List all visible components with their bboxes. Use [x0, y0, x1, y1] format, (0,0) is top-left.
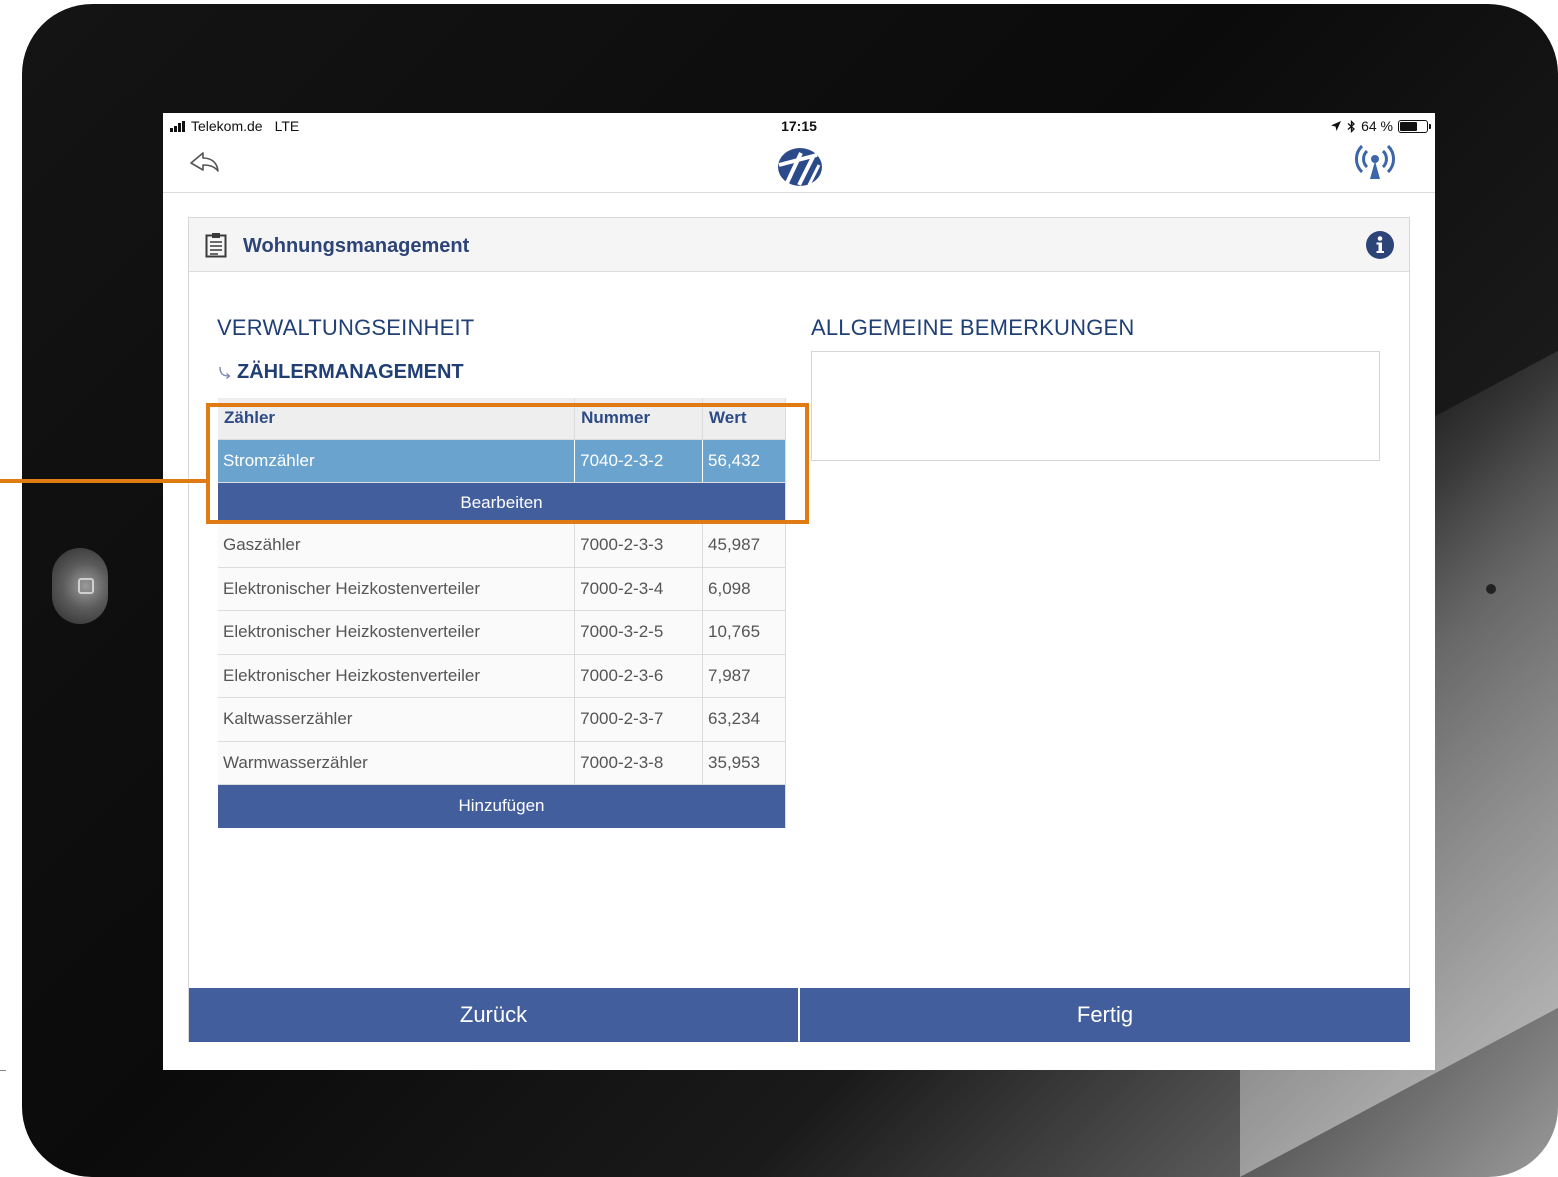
- camera-dot: [1486, 584, 1496, 594]
- add-button[interactable]: Hinzufügen: [218, 784, 786, 828]
- home-button[interactable]: [52, 548, 108, 624]
- meter-name-cell[interactable]: Elektronischer Heizkostenverteiler: [218, 567, 576, 611]
- edge-mark: [0, 1070, 6, 1071]
- edit-button[interactable]: Bearbeiten: [218, 482, 786, 524]
- meter-number-cell[interactable]: 7000-2-3-8: [574, 741, 704, 785]
- meter-name-cell[interactable]: Gaszähler: [218, 523, 576, 568]
- meter-value-cell[interactable]: 6,098: [702, 567, 786, 611]
- meter-number-cell[interactable]: 7000-2-3-3: [574, 523, 704, 568]
- meter-name-cell[interactable]: Stromzähler: [218, 439, 576, 483]
- table-row[interactable]: Kaltwasserzähler 7000-2-3-7 63,234: [218, 697, 786, 742]
- meter-value-cell[interactable]: 7,987: [702, 654, 786, 698]
- meter-number-cell[interactable]: 7000-2-3-6: [574, 654, 704, 698]
- info-icon[interactable]: [1365, 230, 1395, 260]
- back-button[interactable]: Zurück: [189, 988, 798, 1042]
- column-header-number[interactable]: Nummer: [574, 398, 704, 440]
- meter-name-cell[interactable]: Warmwasserzähler: [218, 741, 576, 785]
- table-row[interactable]: Elektronischer Heizkostenverteiler 7000-…: [218, 567, 786, 611]
- meter-number-cell[interactable]: 7000-2-3-7: [574, 697, 704, 742]
- return-arrow-icon: [219, 366, 231, 379]
- column-header-meter[interactable]: Zähler: [218, 398, 576, 440]
- meter-value-cell[interactable]: 63,234: [702, 697, 786, 742]
- nav-bar: [163, 139, 1435, 193]
- meter-name-cell[interactable]: Elektronischer Heizkostenverteiler: [218, 654, 576, 698]
- add-row: Hinzufügen: [218, 784, 786, 828]
- status-time: 17:15: [781, 118, 817, 134]
- clipboard-icon: [205, 233, 227, 258]
- home-button-icon: [78, 578, 94, 594]
- meter-table: Zähler Nummer Wert Stromzähler 7040-2-3-…: [218, 398, 786, 828]
- table-row[interactable]: Warmwasserzähler 7000-2-3-8 35,953: [218, 741, 786, 785]
- meter-number-cell[interactable]: 7040-2-3-2: [574, 439, 704, 483]
- bluetooth-icon: [1347, 119, 1356, 133]
- battery-percent: 64 %: [1361, 118, 1393, 134]
- remarks-textarea[interactable]: [811, 351, 1380, 461]
- meter-value-cell[interactable]: 10,765: [702, 610, 786, 655]
- edit-row: Bearbeiten: [218, 482, 786, 524]
- meter-number-cell[interactable]: 7000-3-2-5: [574, 610, 704, 655]
- battery-icon: [1398, 119, 1431, 133]
- administration-unit-heading: VERWALTUNGSEINHEIT: [217, 315, 475, 340]
- app-screen: Telekom.de LTE 17:15 64 % Wohnungsmanage…: [163, 113, 1435, 1070]
- meter-value-cell[interactable]: 45,987: [702, 523, 786, 568]
- apartment-management-panel: Wohnungsmanagement VERWALTUNGSEINHEIT ZÄ…: [188, 217, 1410, 1042]
- general-remarks-heading: ALLGEMEINE BEMERKUNGEN: [811, 315, 1135, 340]
- brand-logo-icon: [778, 148, 822, 186]
- annotation-callout-line: [0, 479, 206, 483]
- meter-management-heading: ZÄHLERMANAGEMENT: [217, 361, 464, 384]
- meter-management-label: ZÄHLERMANAGEMENT: [237, 361, 464, 383]
- meter-name-cell[interactable]: Elektronischer Heizkostenverteiler: [218, 610, 576, 655]
- meter-name-cell[interactable]: Kaltwasserzähler: [218, 697, 576, 742]
- table-row[interactable]: Elektronischer Heizkostenverteiler 7000-…: [218, 654, 786, 698]
- meter-value-cell[interactable]: 56,432: [702, 439, 786, 483]
- status-right: 64 %: [1330, 118, 1431, 134]
- column-header-value[interactable]: Wert: [702, 398, 786, 440]
- table-header-row: Zähler Nummer Wert: [218, 398, 786, 440]
- table-row-selected[interactable]: Stromzähler 7040-2-3-2 56,432: [218, 439, 786, 483]
- panel-header: Wohnungsmanagement: [189, 218, 1409, 272]
- table-row[interactable]: Gaszähler 7000-2-3-3 45,987: [218, 523, 786, 568]
- done-button[interactable]: Fertig: [800, 988, 1410, 1042]
- antenna-icon[interactable]: [1353, 143, 1397, 183]
- back-arrow-icon[interactable]: [187, 149, 221, 179]
- table-row[interactable]: Elektronischer Heizkostenverteiler 7000-…: [218, 610, 786, 655]
- panel-title: Wohnungsmanagement: [243, 235, 470, 257]
- location-arrow-icon: [1331, 121, 1342, 131]
- status-bar: Telekom.de LTE 17:15 64 %: [163, 113, 1435, 139]
- meter-value-cell[interactable]: 35,953: [702, 741, 786, 785]
- meter-number-cell[interactable]: 7000-2-3-4: [574, 567, 704, 611]
